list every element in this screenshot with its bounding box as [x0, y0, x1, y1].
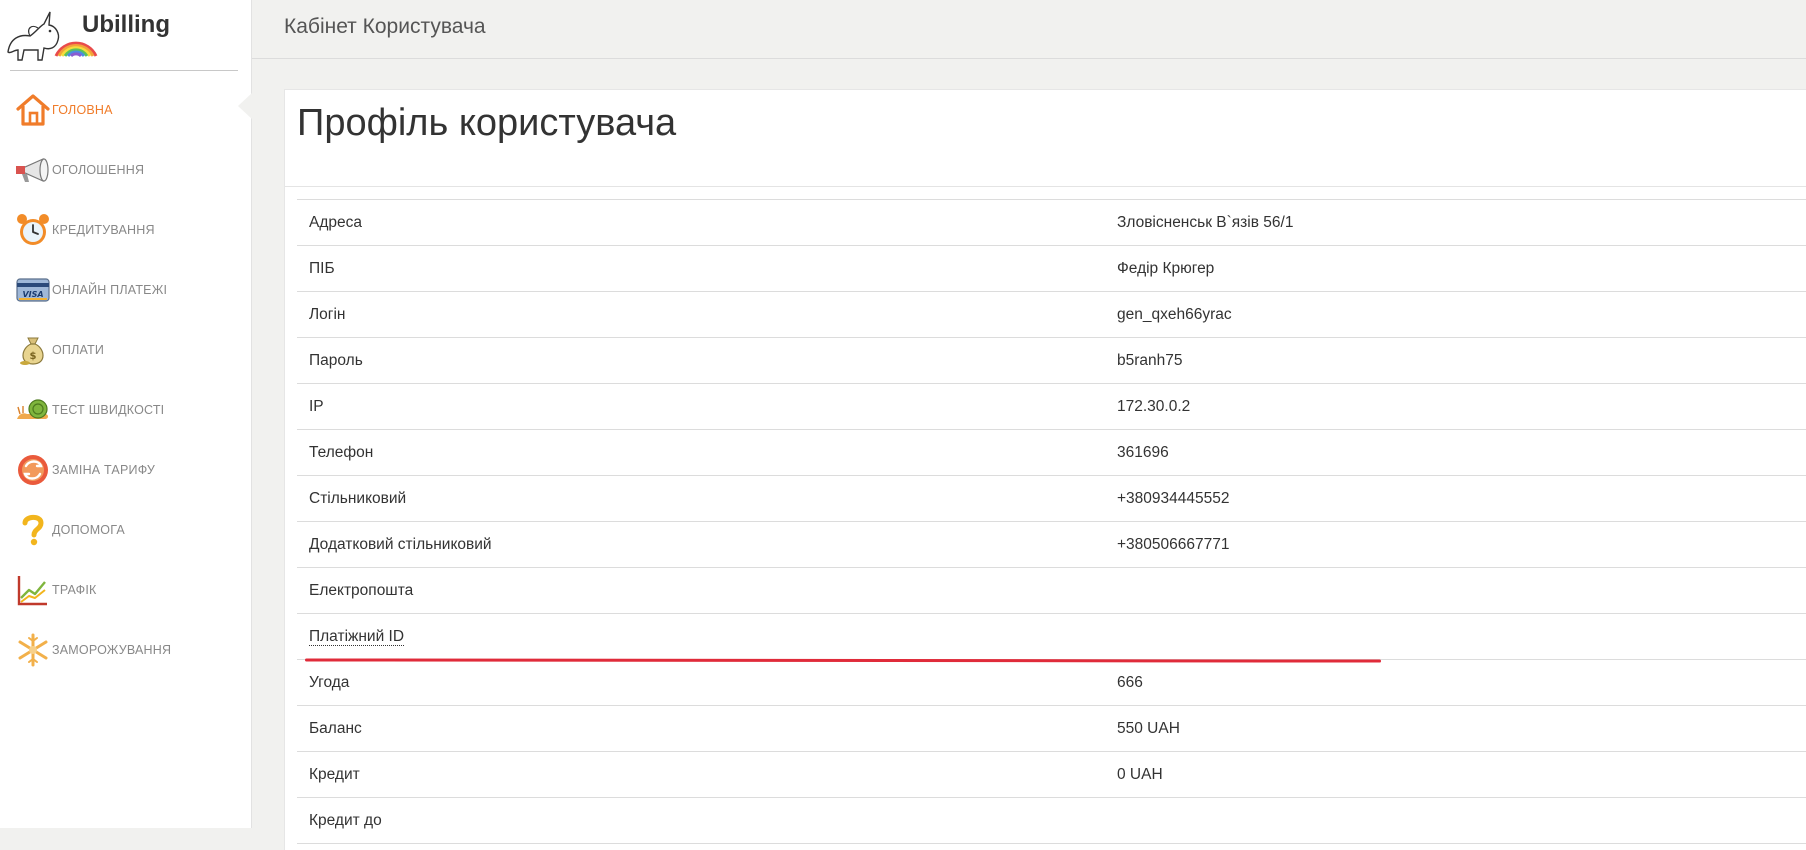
row-label-address: Адреса — [297, 199, 1105, 246]
table-row: Логін gen_qxeh66yrac — [297, 291, 1806, 338]
row-label-password: Пароль — [297, 337, 1105, 384]
svg-text:$: $ — [30, 351, 37, 362]
table-row: Кредит 0 UAH — [297, 751, 1806, 798]
snail-icon — [17, 399, 48, 419]
brand-divider — [10, 70, 238, 71]
snowflake-icon — [18, 633, 48, 667]
table-row: Баланс 550 UAH — [297, 705, 1806, 752]
table-row: Кредит до — [297, 797, 1806, 844]
table-row: Пароль b5ranh75 — [297, 337, 1806, 384]
profile-title: Профіль користувача — [297, 102, 677, 144]
row-value-ip: 172.30.0.2 — [1105, 383, 1806, 430]
menu-label-home: Головна — [52, 103, 113, 117]
table-row: IP 172.30.0.2 — [297, 383, 1806, 430]
chart-icon — [17, 576, 47, 606]
row-label-credit: Кредит — [297, 751, 1105, 798]
row-label-ip: IP — [297, 383, 1105, 430]
profile-card: Профіль користувача Адреса Зловісненськ … — [284, 89, 1806, 850]
row-label-email: Електропошта — [297, 567, 1105, 614]
table-row: ПІБ Федір Крюгер — [297, 245, 1806, 292]
row-label-extra-mobile: Додатковий стільниковий — [297, 521, 1105, 568]
menu-label-online-payments: Онлайн платежі — [52, 283, 168, 297]
menu-item-traffic[interactable]: Трафік — [0, 560, 252, 620]
row-value-address: Зловісненськ В`язів 56/1 — [1105, 199, 1806, 246]
money-bag-icon: $ — [20, 337, 44, 365]
menu-item-payments[interactable]: $ Оплати — [0, 320, 252, 380]
row-value-payment-id — [1105, 613, 1806, 660]
top-bar: Кабінет Користувача — [252, 0, 1806, 59]
row-value-credit-until — [1105, 797, 1806, 844]
row-label-mobile: Стільниковий — [297, 475, 1105, 522]
table-row: Стільниковий +380934445552 — [297, 475, 1806, 522]
row-value-login: gen_qxeh66yrac — [1105, 291, 1806, 338]
row-label-balance: Баланс — [297, 705, 1105, 752]
row-value-contract: 666 — [1105, 659, 1806, 706]
row-value-credit: 0 UAH — [1105, 751, 1806, 798]
row-label-full-name: ПІБ — [297, 245, 1105, 292]
menu-label-speed-test: Тест швидкості — [52, 403, 165, 417]
row-value-password: b5ranh75 — [1105, 337, 1806, 384]
menu-item-credit[interactable]: Кредитування — [0, 200, 252, 260]
menu-item-speed-test[interactable]: Тест швидкості — [0, 380, 252, 440]
menu-label-freeze: Заморожування — [52, 643, 172, 657]
menu-item-home[interactable]: Головна — [0, 80, 252, 140]
table-row: Угода 666 — [297, 659, 1806, 706]
question-icon — [22, 514, 44, 546]
payment-id-tooltip-label[interactable]: Платіжний ID — [309, 627, 405, 646]
row-value-phone: 361696 — [1105, 429, 1806, 476]
svg-text:VISA: VISA — [22, 290, 43, 299]
table-row: Адреса Зловісненськ В`язів 56/1 — [297, 199, 1806, 246]
title-divider — [285, 186, 1806, 187]
menu-label-payments: Оплати — [52, 343, 105, 357]
sidebar: Ubilling Головна Оголошення — [0, 0, 252, 828]
menu-item-online-payments[interactable]: VISA Онлайн платежі — [0, 260, 252, 320]
home-icon — [16, 94, 50, 126]
megaphone-icon — [16, 158, 49, 182]
menu-item-help[interactable]: Допомога — [0, 500, 252, 560]
row-value-mobile: +380934445552 — [1105, 475, 1806, 522]
table-row: Платіжний ID — [297, 613, 1806, 660]
tariff-swap-icon — [18, 455, 48, 485]
menu-label-help: Допомога — [52, 523, 125, 537]
row-value-full-name: Федір Крюгер — [1105, 245, 1806, 292]
row-label-phone: Телефон — [297, 429, 1105, 476]
menu-label-credit: Кредитування — [52, 223, 155, 237]
row-value-balance: 550 UAH — [1105, 705, 1806, 752]
brand-name: Ubilling — [82, 11, 170, 38]
row-value-email — [1105, 567, 1806, 614]
alarm-clock-icon — [17, 214, 49, 245]
menu-item-freeze[interactable]: Заморожування — [0, 620, 252, 680]
sidebar-menu: Головна Оголошення Кредитування — [0, 80, 252, 680]
row-label-payment-id: Платіжний ID — [297, 613, 1105, 660]
table-row: Електропошта — [297, 567, 1806, 614]
menu-label-tariff-change: Заміна тарифу — [52, 463, 155, 477]
row-value-extra-mobile: +380506667771 — [1105, 521, 1806, 568]
profile-table: Адреса Зловісненськ В`язів 56/1 ПІБ Феді… — [297, 199, 1806, 844]
row-label-credit-until: Кредит до — [297, 797, 1105, 844]
row-label-contract: Угода — [297, 659, 1105, 706]
menu-item-announcements[interactable]: Оголошення — [0, 140, 252, 200]
menu-item-tariff-change[interactable]: Заміна тарифу — [0, 440, 252, 500]
table-row: Телефон 361696 — [297, 429, 1806, 476]
menu-label-traffic: Трафік — [52, 583, 97, 597]
row-label-login: Логін — [297, 291, 1105, 338]
table-row: Додатковий стільниковий +380506667771 — [297, 521, 1806, 568]
visa-card-icon: VISA — [16, 278, 50, 302]
brand[interactable]: Ubilling — [0, 0, 252, 72]
page-header-title: Кабінет Користувача — [284, 15, 486, 38]
menu-label-announcements: Оголошення — [52, 163, 145, 177]
